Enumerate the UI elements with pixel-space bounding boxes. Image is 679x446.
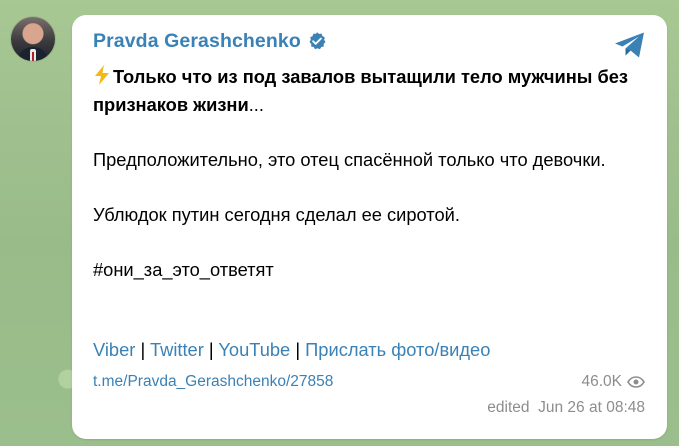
message-hashtag[interactable]: #они_за_это_ответят [93, 256, 633, 284]
verified-badge-icon [309, 32, 326, 50]
post-link[interactable]: t.me/Pravda_Gerashchenko/27858 [93, 372, 333, 392]
link-separator: | [208, 339, 214, 360]
message-bubble: Pravda Gerashchenko Только что из под за… [72, 15, 667, 439]
social-links: Viber | Twitter | YouTube | Прислать фот… [93, 337, 490, 363]
viber-link[interactable]: Viber [93, 339, 135, 360]
youtube-link[interactable]: YouTube [218, 339, 290, 360]
headline-ellipsis: ... [248, 94, 264, 115]
channel-name[interactable]: Pravda Gerashchenko [93, 30, 301, 53]
message-text: Только что из под завалов вытащили тело … [93, 63, 633, 284]
link-separator: | [295, 339, 301, 360]
message-paragraph: Ублюдок путин сегодня сделал ее сиротой. [93, 204, 460, 225]
avatar-tie [32, 52, 34, 61]
edited-label: edited [487, 399, 530, 416]
link-separator: | [140, 339, 146, 360]
submit-photo-link[interactable]: Прислать фото/видео [305, 339, 490, 360]
telegram-send-icon[interactable] [613, 30, 647, 60]
message-date: Jun 26 at 08:48 [538, 399, 645, 416]
message-header: Pravda Gerashchenko [93, 28, 327, 54]
message-paragraph: Предположительно, это отец спасённой тол… [93, 149, 606, 170]
headline-text: Только что из под завалов вытащили тело … [93, 66, 629, 115]
view-count: 46.0K [581, 373, 645, 391]
message-headline: Только что из под завалов вытащили тело … [93, 63, 633, 119]
eye-icon [627, 376, 645, 388]
twitter-link[interactable]: Twitter [150, 339, 204, 360]
message-meta: edited Jun 26 at 08:48 [487, 399, 645, 417]
views-value: 46.0K [581, 373, 622, 390]
channel-avatar[interactable] [11, 17, 55, 61]
lightning-icon [95, 65, 109, 85]
